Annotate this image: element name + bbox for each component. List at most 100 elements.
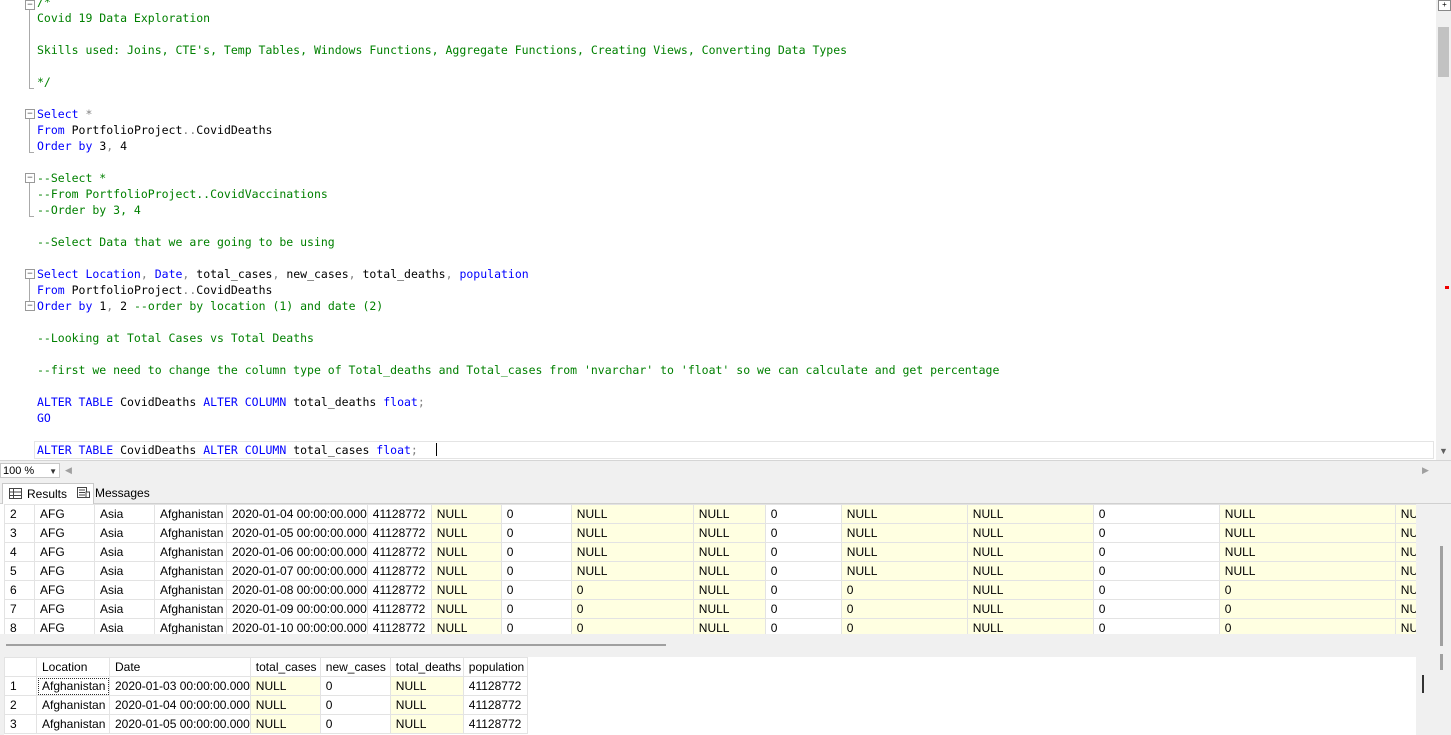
table-cell[interactable]: 0 (840, 599, 968, 619)
row-number[interactable]: 3 (4, 714, 37, 734)
table-cell[interactable]: NU (1394, 599, 1416, 619)
table-cell[interactable]: NULL (430, 542, 502, 562)
table-cell[interactable]: Asia (94, 580, 155, 600)
table-cell[interactable]: 0 (764, 599, 842, 619)
row-number[interactable]: 2 (4, 695, 37, 715)
table-cell[interactable]: Afghanistan (154, 561, 227, 581)
table-cell[interactable]: 41128772 (462, 714, 528, 734)
table-cell[interactable]: NULL (692, 580, 766, 600)
table-cell[interactable]: NU (1394, 618, 1416, 634)
table-cell[interactable]: NULL (692, 618, 766, 634)
table-cell[interactable]: 0 (500, 523, 572, 543)
table-cell[interactable]: 0 (319, 695, 391, 715)
table-cell[interactable]: NULL (570, 542, 694, 562)
table-cell[interactable]: 0 (764, 504, 842, 524)
table-row[interactable]: 3 AFG Asia Afghanistan 2020-01-05 00:00:00.0… (4, 523, 1416, 543)
table-cell[interactable]: NU (1394, 523, 1416, 543)
fold-toggle-icon[interactable]: − (25, 173, 35, 183)
code-line[interactable]: --Order by 3, 4 (37, 202, 141, 218)
table-cell[interactable]: 0 (500, 580, 572, 600)
fold-toggle-icon[interactable]: − (25, 301, 35, 311)
row-number[interactable]: 4 (4, 542, 35, 562)
code-line[interactable]: --From PortfolioProject..CovidVaccinatio… (37, 186, 328, 202)
table-cell[interactable]: NULL (430, 523, 502, 543)
table-cell[interactable]: NULL (1218, 504, 1396, 524)
tab-messages[interactable]: Messages (71, 483, 173, 503)
table-row[interactable]: 2 Afghanistan 2020-01-04 00:00:00.000 NULL 0… (4, 695, 528, 715)
column-header[interactable] (4, 657, 37, 677)
table-cell[interactable]: 41128772 (366, 618, 432, 634)
row-number[interactable]: 2 (4, 504, 35, 524)
table-cell[interactable]: Asia (94, 542, 155, 562)
code-line[interactable]: Skills used: Joins, CTE's, Temp Tables, … (37, 42, 847, 58)
table-row[interactable]: 7 AFG Asia Afghanistan 2020-01-09 00:00:00.0… (4, 599, 1416, 619)
row-number[interactable]: 5 (4, 561, 35, 581)
table-row[interactable]: 8 AFG Asia Afghanistan 2020-01-10 00:00:00.0… (4, 618, 1416, 634)
code-line[interactable]: Select * (37, 106, 92, 122)
row-number[interactable]: 8 (4, 618, 35, 634)
table-cell[interactable]: NULL (692, 561, 766, 581)
table-row[interactable]: 4 AFG Asia Afghanistan 2020-01-06 00:00:00.0… (4, 542, 1416, 562)
code-line[interactable]: Order by 1, 2 --order by location (1) an… (37, 298, 383, 314)
grid2-vertical-scrollbar[interactable] (1416, 657, 1436, 735)
table-cell[interactable]: 0 (319, 676, 391, 696)
table-cell[interactable]: 0 (764, 580, 842, 600)
table-cell[interactable]: NULL (1218, 561, 1396, 581)
table-cell[interactable]: 0 (500, 618, 572, 634)
table-row[interactable]: 1 Afghanistan 2020-01-03 00:00:00.000 NULL 0… (4, 676, 528, 696)
table-cell[interactable]: 41128772 (366, 542, 432, 562)
code-line[interactable]: --Select * (37, 170, 106, 186)
fold-toggle-icon[interactable]: − (25, 109, 35, 119)
table-cell[interactable]: 0 (1092, 561, 1220, 581)
code-line[interactable]: --Looking at Total Cases vs Total Deaths (37, 330, 314, 346)
table-cell[interactable]: 0 (500, 504, 572, 524)
table-cell[interactable]: 2020-01-10 00:00:00.000 (226, 618, 368, 634)
table-cell[interactable]: Afghanistan (154, 542, 227, 562)
row-number[interactable]: 7 (4, 599, 35, 619)
table-cell[interactable]: NULL (966, 599, 1094, 619)
table-cell[interactable]: NULL (840, 542, 968, 562)
table-cell[interactable]: AFG (34, 542, 95, 562)
table-cell[interactable]: AFG (34, 580, 95, 600)
table-cell[interactable]: 0 (500, 561, 572, 581)
column-header[interactable]: total_cases (249, 657, 321, 677)
table-cell[interactable]: 0 (570, 580, 694, 600)
table-cell[interactable]: NULL (966, 580, 1094, 600)
table-cell[interactable]: 2020-01-06 00:00:00.000 (226, 542, 368, 562)
table-cell[interactable]: 0 (1092, 618, 1220, 634)
code-line[interactable]: Covid 19 Data Exploration (37, 10, 210, 26)
table-cell[interactable]: 2020-01-05 00:00:00.000 (109, 714, 251, 734)
table-cell[interactable]: NULL (840, 523, 968, 543)
table-cell[interactable]: Asia (94, 618, 155, 634)
scrollbar-thumb[interactable] (1440, 654, 1443, 670)
table-cell[interactable]: 2020-01-04 00:00:00.000 (226, 504, 368, 524)
table-cell[interactable]: NULL (389, 676, 464, 696)
column-header[interactable]: new_cases (319, 657, 391, 677)
table-cell[interactable]: 2020-01-08 00:00:00.000 (226, 580, 368, 600)
table-cell[interactable]: 0 (764, 561, 842, 581)
table-row[interactable]: 3 Afghanistan 2020-01-05 00:00:00.000 NULL 0… (4, 714, 528, 734)
table-cell[interactable]: 41128772 (462, 695, 528, 715)
table-cell[interactable]: Afghanistan (36, 714, 110, 734)
table-cell[interactable]: Asia (94, 523, 155, 543)
table-cell[interactable]: 0 (1092, 580, 1220, 600)
code-line[interactable]: /* (37, 0, 51, 10)
scrollbar-thumb[interactable] (1438, 27, 1449, 77)
column-header[interactable]: population (462, 657, 528, 677)
fold-toggle-icon[interactable]: − (25, 269, 35, 279)
table-cell[interactable]: 41128772 (462, 676, 528, 696)
code-line[interactable]: Select Location, Date, total_cases, new_… (37, 266, 529, 282)
table-cell[interactable]: NULL (966, 542, 1094, 562)
table-cell[interactable]: NULL (389, 695, 464, 715)
table-cell[interactable]: Asia (94, 561, 155, 581)
table-cell[interactable]: 2020-01-09 00:00:00.000 (226, 599, 368, 619)
zoom-select[interactable]: 100 % ▼ (0, 463, 60, 478)
row-number[interactable]: 1 (4, 676, 37, 696)
table-cell[interactable]: 0 (570, 618, 694, 634)
table-cell[interactable]: NULL (692, 523, 766, 543)
code-line[interactable]: From PortfolioProject..CovidDeaths (37, 282, 272, 298)
table-cell[interactable]: NULL (692, 542, 766, 562)
editor-vertical-scrollbar[interactable]: + ▼ (1436, 0, 1451, 460)
table-cell[interactable]: 0 (319, 714, 391, 734)
table-cell[interactable]: Afghanistan (36, 676, 110, 696)
